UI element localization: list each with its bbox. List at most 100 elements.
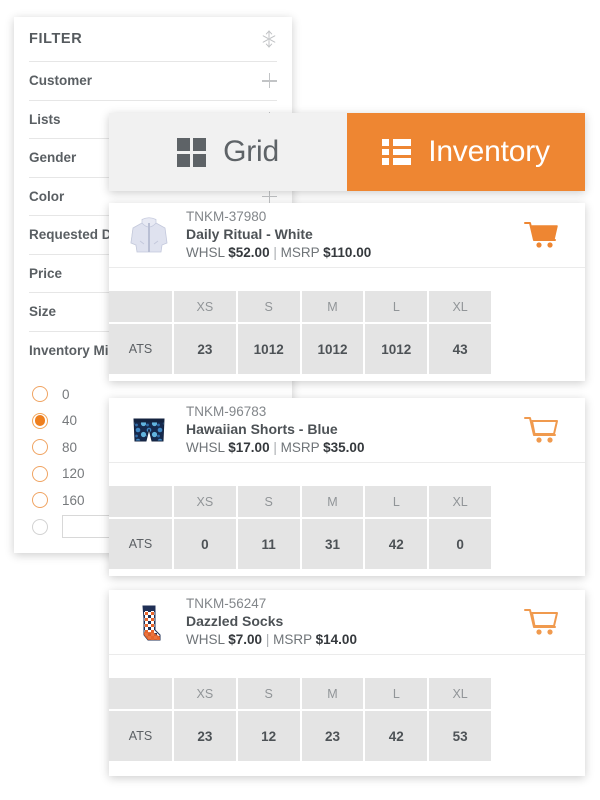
card-divider — [109, 462, 585, 486]
radio-dot-icon[interactable] — [32, 492, 48, 509]
card-divider — [109, 267, 585, 291]
size-header-s: S — [236, 678, 302, 711]
radio-label: 80 — [62, 439, 78, 455]
ats-value-l: 42 — [364, 710, 430, 763]
msrp-price: $35.00 — [323, 440, 365, 455]
product-sku: TNKM-56247 — [186, 596, 267, 611]
radio-label: 160 — [62, 492, 85, 508]
price-separator: | — [273, 440, 277, 455]
size-availability-table: XS S M L XL ATS 23 12 23 42 53 — [109, 678, 493, 763]
ats-value-m: 31 — [300, 518, 366, 571]
tab-inventory-label: Inventory — [428, 135, 550, 168]
tab-grid[interactable]: Grid — [109, 113, 347, 191]
msrp-price: $110.00 — [323, 245, 372, 260]
size-header-xs: XS — [173, 678, 238, 711]
plus-icon[interactable] — [262, 188, 277, 204]
row-label-ats: ATS — [109, 323, 174, 376]
product-card[interactable]: TNKM-56247 Dazzled Socks WHSL $7.00 | MS… — [109, 590, 585, 776]
table-header-row: XS S M L XL — [109, 678, 493, 711]
table-header-row: XS S M L XL — [109, 291, 493, 324]
price-separator: | — [273, 245, 277, 260]
product-card-header: TNKM-56247 Dazzled Socks WHSL $7.00 | MS… — [109, 590, 585, 654]
view-toggle-tabs: Grid Inventory — [109, 113, 585, 191]
product-thumbnail-blue-floral-shorts — [123, 404, 175, 456]
product-price: WHSL $17.00 | MSRP $35.00 — [186, 439, 517, 457]
product-details: TNKM-37980 Daily Ritual - White WHSL $52… — [186, 208, 517, 262]
radio-dot-icon[interactable] — [32, 412, 48, 429]
size-header-xl: XL — [428, 678, 493, 711]
radio-dot-icon[interactable] — [32, 465, 48, 482]
filter-label: Color — [29, 188, 65, 204]
collapse-arrows-icon[interactable] — [260, 30, 278, 48]
size-header-xl: XL — [428, 486, 493, 519]
whsl-label: WHSL — [186, 440, 225, 455]
add-to-cart-button[interactable] — [517, 601, 565, 643]
page-title: FILTER — [29, 31, 83, 47]
ats-value-m: 23 — [300, 710, 366, 763]
tab-grid-label: Grid — [223, 135, 279, 168]
whsl-price: $52.00 — [228, 245, 270, 260]
product-name: Daily Ritual - White — [186, 226, 313, 242]
ats-value-xs: 0 — [173, 518, 238, 571]
msrp-label: MSRP — [273, 632, 312, 647]
product-thumbnail-patterned-socks — [123, 596, 175, 648]
product-name: Hawaiian Shorts - Blue — [186, 421, 338, 437]
product-details: TNKM-56247 Dazzled Socks WHSL $7.00 | MS… — [186, 595, 517, 649]
radio-dot-icon[interactable] — [32, 439, 48, 456]
ats-value-l: 42 — [364, 518, 430, 571]
size-header-m: M — [300, 291, 366, 324]
product-thumbnail-white-hoodie-jacket — [123, 209, 175, 261]
product-card-header: TNKM-37980 Daily Ritual - White WHSL $52… — [109, 203, 585, 267]
ats-value-l: 1012 — [364, 323, 430, 376]
radio-label: 120 — [62, 466, 85, 482]
size-header-m: M — [300, 486, 366, 519]
row-label-ats: ATS — [109, 518, 174, 571]
whsl-price: $7.00 — [228, 632, 263, 647]
ats-value-s: 11 — [236, 518, 302, 571]
whsl-price: $17.00 — [228, 440, 270, 455]
radio-label: 0 — [62, 386, 70, 402]
ats-value-s: 12 — [236, 710, 302, 763]
msrp-price: $14.00 — [315, 632, 357, 647]
size-header-l: L — [364, 678, 430, 711]
cart-outline-icon — [524, 609, 558, 635]
ats-value-xl: 53 — [428, 710, 493, 763]
grid-icon — [177, 137, 207, 167]
card-divider — [109, 654, 585, 678]
ats-value-xs: 23 — [173, 323, 238, 376]
cart-filled-icon — [524, 222, 558, 248]
add-to-cart-button[interactable] — [517, 214, 565, 256]
product-card[interactable]: TNKM-37980 Daily Ritual - White WHSL $52… — [109, 203, 585, 381]
size-header-l: L — [364, 486, 430, 519]
filter-label: Customer — [29, 73, 93, 89]
ats-value-s: 1012 — [236, 323, 302, 376]
size-availability-table: XS S M L XL ATS 23 1012 1012 1012 43 — [109, 291, 493, 376]
table-row: ATS 0 11 31 42 0 — [109, 518, 493, 571]
size-header-xs: XS — [173, 486, 238, 519]
add-to-cart-button[interactable] — [517, 409, 565, 451]
product-card-header: TNKM-96783 Hawaiian Shorts - Blue WHSL $… — [109, 398, 585, 462]
table-corner-cell — [109, 291, 174, 324]
product-card[interactable]: TNKM-96783 Hawaiian Shorts - Blue WHSL $… — [109, 398, 585, 576]
product-details: TNKM-96783 Hawaiian Shorts - Blue WHSL $… — [186, 403, 517, 457]
list-icon — [382, 139, 412, 165]
ats-value-xl: 0 — [428, 518, 493, 571]
size-header-xs: XS — [173, 291, 238, 324]
cart-outline-icon — [524, 417, 558, 443]
radio-dot-icon[interactable] — [32, 518, 48, 535]
filter-row-customer[interactable]: Customer — [29, 61, 277, 100]
size-header-xl: XL — [428, 291, 493, 324]
product-sku: TNKM-37980 — [186, 209, 267, 224]
product-price: WHSL $7.00 | MSRP $14.00 — [186, 631, 517, 649]
app-stage: FILTER Customer Lists Gender Color Reque… — [0, 0, 600, 800]
ats-value-xs: 23 — [173, 710, 238, 763]
table-row: ATS 23 1012 1012 1012 43 — [109, 323, 493, 376]
product-name: Dazzled Socks — [186, 613, 284, 629]
table-corner-cell — [109, 678, 174, 711]
size-header-l: L — [364, 291, 430, 324]
row-label-ats: ATS — [109, 710, 174, 763]
plus-icon[interactable] — [262, 73, 277, 89]
radio-dot-icon[interactable] — [32, 386, 48, 403]
tab-inventory[interactable]: Inventory — [347, 113, 585, 191]
filter-header: FILTER — [14, 17, 292, 61]
